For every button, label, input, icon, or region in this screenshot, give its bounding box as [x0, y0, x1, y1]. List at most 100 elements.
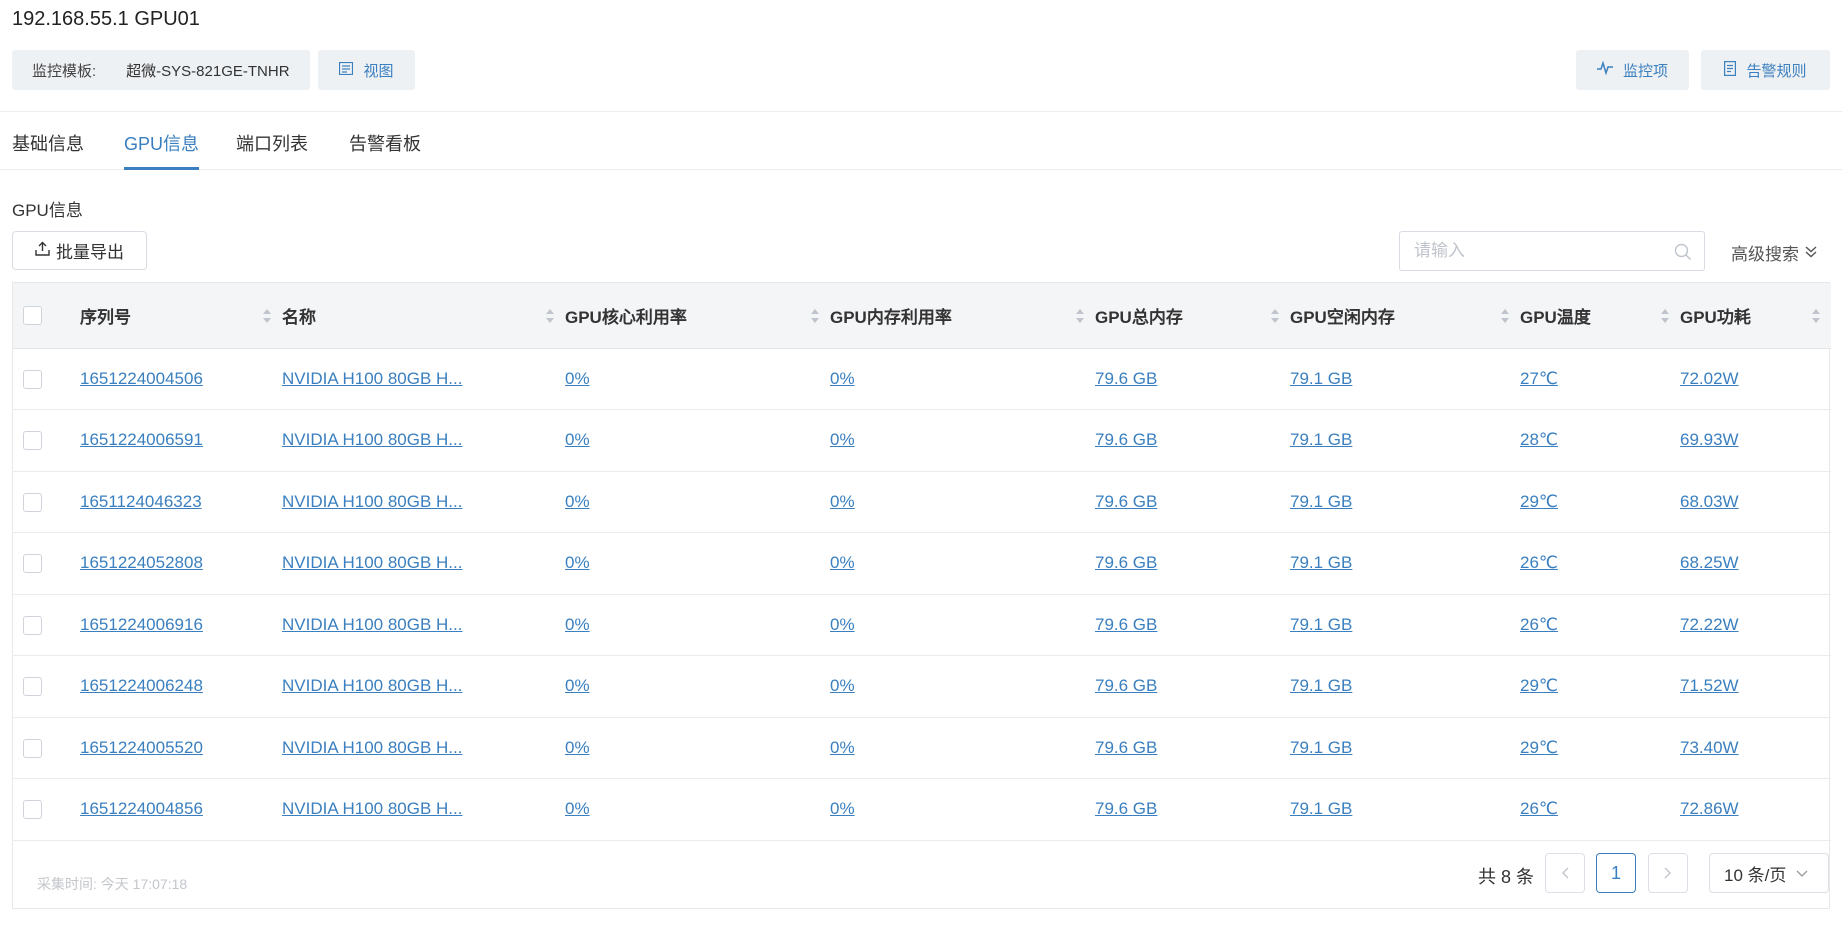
column-header-gpu-free-memory[interactable]: GPU空闲内存 [1290, 283, 1520, 349]
row-checkbox[interactable] [23, 615, 42, 635]
cell-link[interactable]: 69.93W [1680, 430, 1739, 449]
cell-link[interactable]: NVIDIA H100 80GB H... [282, 492, 462, 511]
cell-link[interactable]: 0% [565, 615, 590, 634]
cell-link[interactable]: NVIDIA H100 80GB H... [282, 738, 462, 757]
page-size-select[interactable]: 10 条/页 [1709, 853, 1829, 893]
cell-link[interactable]: 29℃ [1520, 738, 1558, 757]
cell-link[interactable]: 73.40W [1680, 738, 1739, 757]
cell-link[interactable]: 1651224004506 [80, 369, 203, 388]
cell-link[interactable]: 26℃ [1520, 799, 1558, 818]
cell-link[interactable]: 1651224006591 [80, 430, 203, 449]
column-header-gpu-core-utilization[interactable]: GPU核心利用率 [565, 283, 830, 349]
cell-link[interactable]: 26℃ [1520, 553, 1558, 572]
cell-link[interactable]: 0% [830, 799, 855, 818]
row-checkbox[interactable] [23, 677, 42, 697]
cell-link[interactable]: NVIDIA H100 80GB H... [282, 430, 462, 449]
cell-link[interactable]: 79.6 GB [1095, 676, 1157, 695]
cell-link[interactable]: 0% [565, 369, 590, 388]
cell-link[interactable]: 79.6 GB [1095, 430, 1157, 449]
row-checkbox[interactable] [23, 431, 42, 451]
row-checkbox[interactable] [23, 738, 42, 758]
cell-link[interactable]: 1651224004856 [80, 799, 203, 818]
cell-link[interactable]: 79.6 GB [1095, 492, 1157, 511]
cell-link[interactable]: 79.1 GB [1290, 738, 1352, 757]
column-header-gpu-memory-utilization[interactable]: GPU内存利用率 [830, 283, 1095, 349]
cell-link[interactable]: 0% [565, 676, 590, 695]
sort-icon[interactable] [1500, 307, 1510, 325]
cell-link[interactable]: 72.86W [1680, 799, 1739, 818]
cell-link[interactable]: 0% [565, 492, 590, 511]
cell-link[interactable]: 0% [565, 430, 590, 449]
row-checkbox[interactable] [23, 800, 42, 820]
tab-port-list[interactable]: 端口列表 [236, 130, 308, 170]
cell-link[interactable]: NVIDIA H100 80GB H... [282, 676, 462, 695]
cell-link[interactable]: NVIDIA H100 80GB H... [282, 615, 462, 634]
row-checkbox[interactable] [23, 492, 42, 512]
column-header-gpu-temperature[interactable]: GPU温度 [1520, 283, 1680, 349]
cell-link[interactable]: NVIDIA H100 80GB H... [282, 369, 462, 388]
sort-icon[interactable] [1075, 307, 1085, 325]
alarm-rules-button[interactable]: 告警规则 [1701, 50, 1830, 90]
cell-link[interactable]: 79.1 GB [1290, 430, 1352, 449]
sort-icon[interactable] [1660, 307, 1670, 325]
cell-link[interactable]: 1651224006248 [80, 676, 203, 695]
tab-alarm-board[interactable]: 告警看板 [349, 130, 421, 170]
prev-page-button[interactable] [1545, 853, 1585, 893]
cell-link[interactable]: 79.1 GB [1290, 369, 1352, 388]
next-page-button[interactable] [1648, 853, 1688, 893]
sort-icon[interactable] [1270, 307, 1280, 325]
view-button[interactable]: 视图 [318, 50, 415, 90]
monitor-items-button[interactable]: 监控项 [1576, 50, 1689, 90]
page-number-button[interactable]: 1 [1596, 853, 1636, 893]
cell-link[interactable]: 79.6 GB [1095, 799, 1157, 818]
cell-link[interactable]: 0% [830, 615, 855, 634]
cell-link[interactable]: 68.03W [1680, 492, 1739, 511]
cell-link[interactable]: NVIDIA H100 80GB H... [282, 553, 462, 572]
sort-icon[interactable] [545, 307, 555, 325]
cell-link[interactable]: 79.6 GB [1095, 615, 1157, 634]
cell-link[interactable]: 28℃ [1520, 430, 1558, 449]
sort-icon[interactable] [1811, 307, 1821, 325]
search-icon[interactable] [1674, 243, 1692, 266]
row-checkbox[interactable] [23, 554, 42, 574]
row-checkbox[interactable] [23, 369, 42, 389]
cell-link[interactable]: 79.1 GB [1290, 799, 1352, 818]
cell-link[interactable]: 1651224006916 [80, 615, 203, 634]
cell-link[interactable]: 26℃ [1520, 615, 1558, 634]
sort-icon[interactable] [262, 307, 272, 325]
advanced-search-toggle[interactable]: 高级搜索 [1731, 240, 1817, 265]
cell-link[interactable]: 68.25W [1680, 553, 1739, 572]
cell-link[interactable]: 79.6 GB [1095, 369, 1157, 388]
cell-link[interactable]: 0% [565, 799, 590, 818]
cell-link[interactable]: 0% [830, 738, 855, 757]
select-all-checkbox[interactable] [23, 306, 42, 326]
cell-link[interactable]: 79.6 GB [1095, 553, 1157, 572]
cell-link[interactable]: 1651224005520 [80, 738, 203, 757]
column-header-gpu-total-memory[interactable]: GPU总内存 [1095, 283, 1290, 349]
cell-link[interactable]: 72.02W [1680, 369, 1739, 388]
cell-link[interactable]: NVIDIA H100 80GB H... [282, 799, 462, 818]
column-header-gpu-power[interactable]: GPU功耗 [1680, 283, 1831, 349]
cell-link[interactable]: 0% [830, 430, 855, 449]
column-header-serial-number[interactable]: 序列号 [80, 283, 282, 349]
tab-gpu-info[interactable]: GPU信息 [124, 130, 200, 170]
cell-link[interactable]: 79.1 GB [1290, 553, 1352, 572]
cell-link[interactable]: 0% [565, 553, 590, 572]
batch-export-button[interactable]: 批量导出 [12, 231, 147, 270]
cell-link[interactable]: 72.22W [1680, 615, 1739, 634]
sort-icon[interactable] [810, 307, 820, 325]
cell-link[interactable]: 79.1 GB [1290, 615, 1352, 634]
cell-link[interactable]: 0% [830, 369, 855, 388]
cell-link[interactable]: 0% [830, 553, 855, 572]
cell-link[interactable]: 27℃ [1520, 369, 1558, 388]
cell-link[interactable]: 0% [830, 492, 855, 511]
cell-link[interactable]: 29℃ [1520, 492, 1558, 511]
cell-link[interactable]: 79.1 GB [1290, 676, 1352, 695]
cell-link[interactable]: 0% [565, 738, 590, 757]
cell-link[interactable]: 1651124046323 [80, 492, 202, 511]
cell-link[interactable]: 71.52W [1680, 676, 1739, 695]
cell-link[interactable]: 79.6 GB [1095, 738, 1157, 757]
column-header-name[interactable]: 名称 [282, 283, 565, 349]
search-input[interactable] [1400, 232, 1660, 270]
tab-basic-info[interactable]: 基础信息 [12, 130, 84, 170]
